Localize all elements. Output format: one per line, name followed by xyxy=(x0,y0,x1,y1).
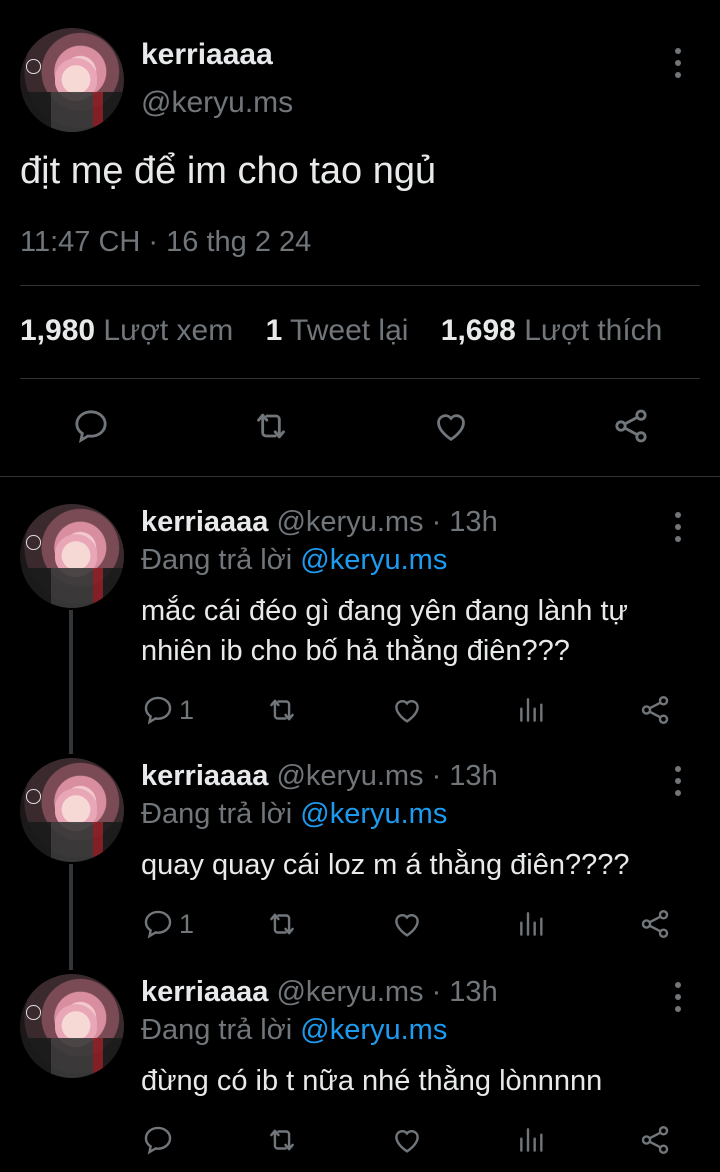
heart-icon xyxy=(395,914,419,937)
user-handle[interactable]: @keryu.ms xyxy=(141,86,293,120)
user-handle-time[interactable]: @keryu.ms · 13h xyxy=(276,976,497,1008)
replying-to: Đang trả lời @keryu.ms xyxy=(141,798,447,831)
tweet-detail-page: kerriaaaa @keryu.ms địt mẹ để im cho tao… xyxy=(0,0,720,1172)
reply-count: 1 xyxy=(179,694,195,725)
like-button[interactable] xyxy=(430,406,472,446)
mention-link[interactable]: @keryu.ms xyxy=(300,798,447,830)
reply-tweet[interactable]: kerriaaaa @keryu.ms · 13h Đang trả lời @… xyxy=(0,730,720,954)
retweets-count[interactable]: 1 xyxy=(266,314,283,347)
share-button[interactable] xyxy=(638,693,672,727)
avatar[interactable] xyxy=(20,974,124,1078)
reply-header: kerriaaaa @keryu.ms · 13h xyxy=(141,506,498,539)
avatar[interactable] xyxy=(20,504,124,608)
heart-icon xyxy=(395,700,419,723)
reply-tweet[interactable]: kerriaaaa @keryu.ms · 13h Đang trả lời @… xyxy=(0,946,720,1172)
reply-button[interactable] xyxy=(71,406,111,446)
replying-prefix: Đang trả lời xyxy=(141,544,293,576)
analytics-icon xyxy=(520,1128,543,1152)
reply-header: kerriaaaa @keryu.ms · 13h xyxy=(141,760,498,793)
analytics-icon xyxy=(520,912,543,936)
retweet-icon xyxy=(270,913,294,935)
share-icon xyxy=(615,409,647,443)
share-icon xyxy=(641,696,669,724)
reply-button[interactable]: 1 xyxy=(141,907,194,941)
user-handle-time[interactable]: @keryu.ms · 13h xyxy=(276,506,497,538)
more-options-icon[interactable] xyxy=(672,982,684,1012)
analytics-icon xyxy=(520,698,543,722)
likes-label[interactable]: Lượt thích xyxy=(524,314,662,347)
reply-tweet[interactable]: kerriaaaa @keryu.ms · 13h Đang trả lời @… xyxy=(0,476,720,740)
retweets-label[interactable]: Tweet lại xyxy=(290,314,408,347)
avatar[interactable] xyxy=(20,28,124,132)
avatar[interactable] xyxy=(20,758,124,862)
mention-link[interactable]: @keryu.ms xyxy=(300,544,447,576)
reply-header: kerriaaaa @keryu.ms · 13h xyxy=(141,976,498,1009)
reply-icon xyxy=(75,410,107,444)
divider xyxy=(20,285,700,286)
mention-link[interactable]: @keryu.ms xyxy=(300,1014,447,1046)
retweet-button[interactable] xyxy=(264,907,300,941)
reply-icon xyxy=(144,1126,172,1155)
share-button[interactable] xyxy=(638,1123,672,1157)
reply-text: đừng có ib t nữa nhé thằng lònnnnn xyxy=(141,1065,603,1097)
divider xyxy=(20,378,700,379)
like-button[interactable] xyxy=(389,907,425,941)
heart-icon xyxy=(437,414,465,441)
heart-icon xyxy=(395,1130,419,1153)
replying-to: Đang trả lời @keryu.ms xyxy=(141,1014,447,1047)
tweet-text: địt mẹ để im cho tao ngủ xyxy=(20,150,437,192)
reply-button[interactable] xyxy=(141,1123,179,1157)
share-button[interactable] xyxy=(638,907,672,941)
share-icon xyxy=(641,910,669,938)
retweet-icon xyxy=(257,413,285,439)
tweet-timestamp[interactable]: 11:47 CH · 16 thg 2 24 xyxy=(20,226,311,259)
more-options-icon[interactable] xyxy=(672,512,684,542)
retweet-button[interactable] xyxy=(264,693,300,727)
replying-to: Đang trả lời @keryu.ms xyxy=(141,544,447,577)
retweet-button[interactable] xyxy=(264,1123,300,1157)
main-tweet: kerriaaaa @keryu.ms địt mẹ để im cho tao… xyxy=(0,0,720,477)
views-button[interactable] xyxy=(516,1123,548,1157)
reply-text: mắc cái đéo gì đang yên đang lành tự nhi… xyxy=(141,595,628,667)
replying-prefix: Đang trả lời xyxy=(141,798,293,830)
retweet-button[interactable] xyxy=(250,406,292,446)
like-button[interactable] xyxy=(389,693,425,727)
views-label: Lượt xem xyxy=(103,314,234,347)
display-name[interactable]: kerriaaaa xyxy=(141,760,268,792)
share-icon xyxy=(641,1126,669,1154)
user-handle-time[interactable]: @keryu.ms · 13h xyxy=(276,760,497,792)
share-button[interactable] xyxy=(610,406,652,446)
retweet-icon xyxy=(270,699,294,721)
reply-button[interactable]: 1 xyxy=(141,693,194,727)
views-button[interactable] xyxy=(516,907,548,941)
views-button[interactable] xyxy=(516,693,548,727)
like-button[interactable] xyxy=(389,1123,425,1157)
more-options-icon[interactable] xyxy=(672,48,684,78)
reply-icon xyxy=(144,696,172,725)
reply-icon xyxy=(144,910,172,939)
reply-count: 1 xyxy=(179,908,195,939)
tweet-stats: 1,980 Lượt xem 1 Tweet lại 1,698 Lượt th… xyxy=(20,314,662,348)
display-name[interactable]: kerriaaaa xyxy=(141,38,273,72)
more-options-icon[interactable] xyxy=(672,766,684,796)
replying-prefix: Đang trả lời xyxy=(141,1014,293,1046)
display-name[interactable]: kerriaaaa xyxy=(141,976,268,1008)
likes-count[interactable]: 1,698 xyxy=(441,314,516,347)
display-name[interactable]: kerriaaaa xyxy=(141,506,268,538)
views-count: 1,980 xyxy=(20,314,96,347)
retweet-icon xyxy=(270,1129,294,1151)
reply-text: quay quay cái loz m á thằng điên???? xyxy=(141,849,630,881)
